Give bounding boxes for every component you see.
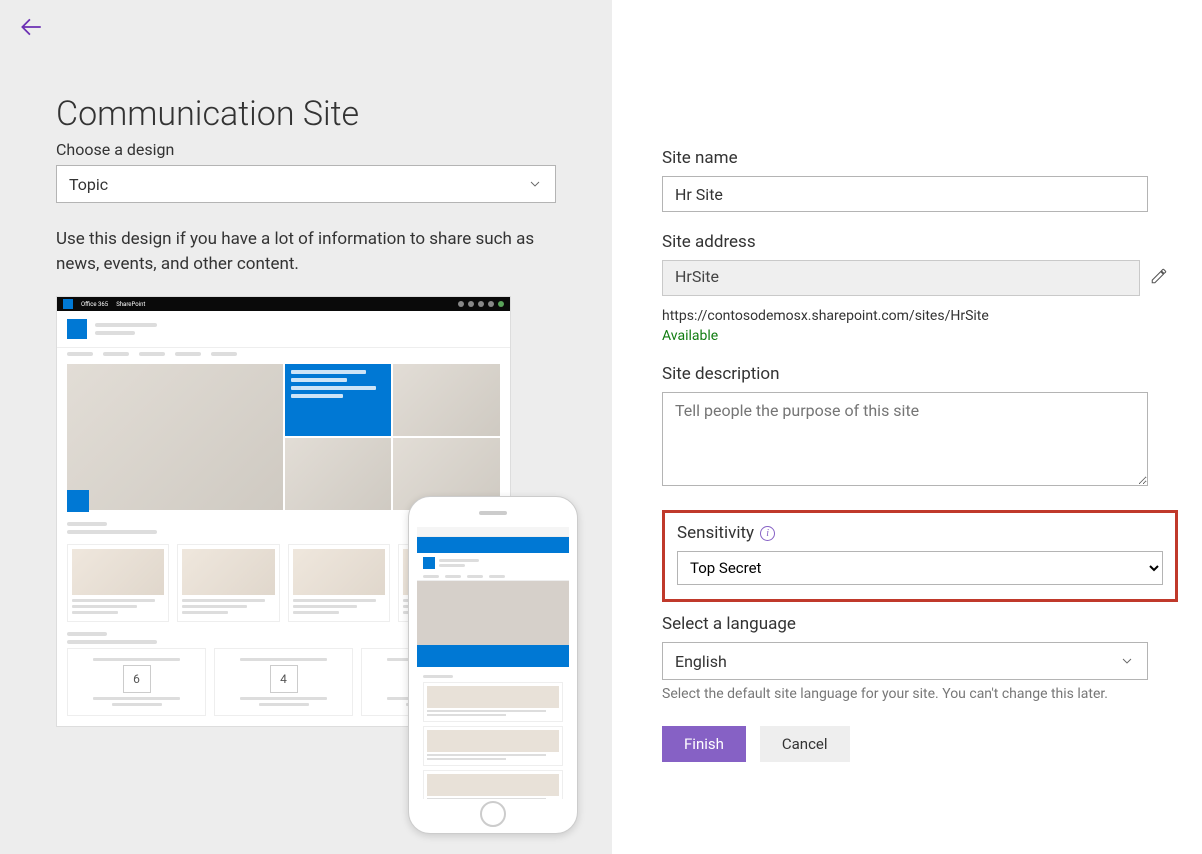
edit-address-icon[interactable] (1150, 267, 1168, 289)
site-address-input: HrSite (662, 260, 1140, 296)
finish-button[interactable]: Finish (662, 726, 746, 762)
page-title: Communication Site (56, 94, 556, 134)
site-description-label: Site description (662, 364, 1178, 384)
cancel-button[interactable]: Cancel (760, 726, 850, 762)
site-name-label: Site name (662, 148, 1178, 168)
language-select-value: English (675, 652, 727, 671)
language-helper-text: Select the default site language for you… (662, 686, 1148, 702)
site-name-input[interactable] (662, 176, 1148, 212)
design-select[interactable]: Topic (56, 165, 556, 203)
site-address-label: Site address (662, 232, 1178, 252)
info-icon[interactable]: i (760, 526, 775, 541)
language-select[interactable]: English (662, 642, 1148, 680)
sensitivity-section: Sensitivity i Top Secret (662, 510, 1178, 602)
sensitivity-select[interactable]: Top Secret (677, 551, 1163, 585)
chevron-down-icon (527, 176, 543, 192)
chevron-down-icon (1119, 653, 1135, 669)
language-label: Select a language (662, 614, 1178, 634)
site-form-panel: Site name Site address HrSite https://co… (612, 0, 1202, 854)
choose-design-label: Choose a design (56, 140, 556, 159)
site-url-preview: https://contosodemosx.sharepoint.com/sit… (662, 308, 1178, 324)
site-description-input[interactable] (662, 392, 1148, 486)
availability-status: Available (662, 328, 1178, 344)
sensitivity-label: Sensitivity (677, 523, 754, 543)
design-description: Use this design if you have a lot of inf… (56, 227, 556, 276)
design-select-value: Topic (69, 175, 108, 194)
design-preview-panel: Communication Site Choose a design Topic… (0, 0, 612, 854)
mobile-preview (408, 496, 578, 834)
design-preview: Office 365 SharePoint (56, 296, 556, 836)
back-button[interactable] (18, 14, 44, 44)
